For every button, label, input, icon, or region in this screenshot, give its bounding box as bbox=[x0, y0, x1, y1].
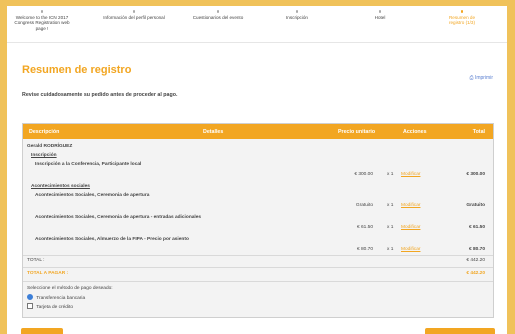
page-frame: Welcome to the ICN 2017 Congress Registr… bbox=[7, 6, 507, 334]
col-description: Descripción bbox=[29, 129, 60, 135]
item-qty: x 1 bbox=[387, 172, 394, 177]
col-actions: Acciones bbox=[403, 129, 427, 135]
step-personal-profile[interactable]: Información del perfil personal bbox=[97, 10, 171, 20]
table-body: Gerald RODRÍGUEZ Inscripción Inscripción… bbox=[23, 139, 493, 270]
step-dot-icon bbox=[216, 10, 220, 13]
payment-method-section: Seleccione el método de pago deseado: Tr… bbox=[23, 283, 493, 317]
item-price: € 80.70 bbox=[356, 247, 373, 252]
step-label: Información del perfil personal bbox=[103, 14, 165, 20]
item-name: Acontecimientos Sociales, Ceremonia de a… bbox=[35, 215, 202, 220]
section-title: Acontecimientos sociales bbox=[31, 184, 90, 189]
item-name: Acontecimientos Sociales, Ceremonia de a… bbox=[35, 193, 150, 198]
radio-selected-icon[interactable] bbox=[27, 294, 33, 300]
divider bbox=[23, 281, 493, 282]
item-price: Gratuito bbox=[355, 203, 373, 208]
step-welcome[interactable]: Welcome to the ICN 2017 Congress Registr… bbox=[11, 10, 73, 31]
modify-link[interactable]: Modificar bbox=[401, 225, 420, 230]
payment-option-bank-transfer[interactable]: Transferencia bancaria bbox=[27, 294, 85, 301]
print-link[interactable]: ⎙ Imprimir bbox=[470, 75, 493, 81]
col-details: Detalles bbox=[203, 129, 224, 135]
step-label: Hotel bbox=[374, 14, 386, 20]
print-label: Imprimir bbox=[474, 75, 493, 81]
payment-option-credit-card[interactable]: Tarjeta de crédito bbox=[27, 303, 73, 310]
to-pay-value: € 442.20 bbox=[466, 271, 485, 276]
step-label: Cuestionarios del evento bbox=[192, 14, 244, 20]
page-title: Resumen de registro bbox=[22, 64, 132, 76]
step-hotel[interactable]: Hotel bbox=[365, 10, 395, 20]
step-dot-icon bbox=[40, 10, 44, 13]
step-dot-icon bbox=[132, 10, 136, 13]
attendee-name: Gerald RODRÍGUEZ bbox=[27, 144, 73, 149]
total-value: € 442.20 bbox=[466, 258, 485, 263]
proceed-button[interactable] bbox=[425, 328, 495, 334]
table-header: Descripción Detalles Precio unitario Acc… bbox=[23, 124, 493, 139]
step-summary[interactable]: Resumen de registro (1/3) bbox=[441, 10, 483, 26]
step-dot-icon bbox=[378, 10, 382, 13]
modify-link[interactable]: Modificar bbox=[401, 203, 420, 208]
item-total: € 61.50 bbox=[468, 225, 485, 230]
item-qty: x 1 bbox=[387, 247, 394, 252]
total-label: TOTAL : bbox=[27, 258, 45, 263]
step-label: Resumen de registro (1/3) bbox=[448, 14, 476, 26]
item-qty: x 1 bbox=[387, 203, 394, 208]
item-price: € 61.50 bbox=[356, 225, 373, 230]
item-total: Gratuito bbox=[466, 203, 485, 208]
col-total: Total bbox=[472, 129, 485, 135]
col-unit-price: Precio unitario bbox=[338, 129, 376, 135]
printer-icon: ⎙ bbox=[469, 75, 474, 81]
intro-text: Revise cuidadosamente su pedido antes de… bbox=[22, 92, 178, 98]
registration-steps: Welcome to the ICN 2017 Congress Registr… bbox=[7, 6, 507, 43]
item-qty: x 1 bbox=[387, 225, 394, 230]
step-label: Inscripción bbox=[286, 14, 308, 20]
step-inscription[interactable]: Inscripción bbox=[275, 10, 319, 20]
item-name: Inscripción a la Conferencia, Participan… bbox=[35, 162, 142, 167]
back-button[interactable] bbox=[21, 328, 63, 334]
divider bbox=[23, 255, 493, 256]
divider bbox=[23, 267, 493, 268]
to-pay-label: TOTAL A PAGAR : bbox=[27, 271, 69, 276]
order-summary-table: Descripción Detalles Precio unitario Acc… bbox=[22, 123, 494, 318]
section-title: Inscripción bbox=[31, 153, 57, 158]
step-dot-icon bbox=[460, 10, 464, 13]
payment-prompt: Seleccione el método de pago deseado: bbox=[27, 286, 113, 291]
item-name: Acontecimientos Sociales, Almuerzo de la… bbox=[35, 237, 189, 242]
modify-link[interactable]: Modificar bbox=[401, 247, 420, 252]
payment-option-label: Transferencia bancaria bbox=[36, 296, 86, 301]
item-price: € 300.00 bbox=[354, 172, 373, 177]
step-label: Welcome to the ICN 2017 Congress Registr… bbox=[14, 14, 70, 31]
step-questionnaires[interactable]: Cuestionarios del evento bbox=[185, 10, 251, 20]
item-total: € 80.70 bbox=[468, 247, 485, 252]
modify-link[interactable]: Modificar bbox=[401, 172, 420, 177]
item-total: € 300.00 bbox=[466, 172, 485, 177]
step-dot-icon bbox=[295, 10, 299, 13]
checkbox-icon[interactable] bbox=[27, 303, 33, 309]
payment-option-label: Tarjeta de crédito bbox=[36, 305, 74, 310]
